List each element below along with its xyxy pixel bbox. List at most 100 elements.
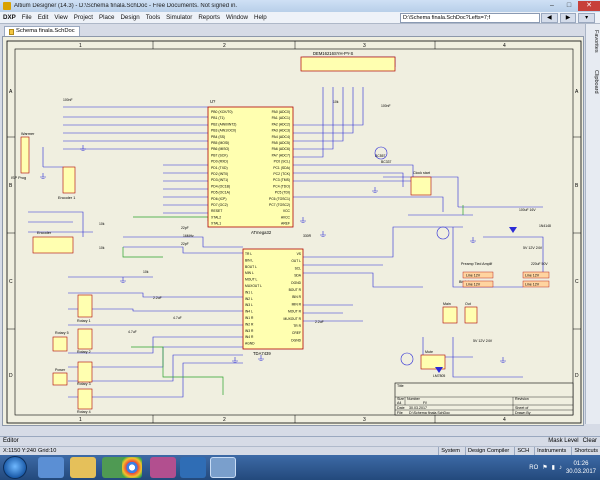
audio-pin-right-6: BIN R	[292, 295, 301, 299]
mcu-pin-right-17: AVCC	[281, 215, 291, 219]
border-number-1b: 1	[79, 417, 82, 423]
label-rotary-3: Rotary 3	[77, 382, 91, 386]
border-letter-d: D	[9, 373, 13, 379]
audio-pin-right-3: SDA	[294, 274, 302, 278]
panel-clipboard[interactable]: Clipboard	[588, 70, 599, 94]
component-values: 100nF 100nF 10k 10k 10k BC557 BC337 2.2u…	[63, 98, 551, 378]
border-letter-a: A	[9, 89, 13, 95]
flag-icon[interactable]: ⚑	[542, 464, 547, 471]
panel-design-compiler-button[interactable]: Design Compiler	[464, 447, 509, 455]
document-path-field[interactable]: D:\Schema finala.SchDoc?Lefts=7;f	[400, 13, 540, 23]
power-label-1: Line 12V	[466, 274, 481, 278]
altium-logo-icon	[3, 2, 11, 10]
label-mute: Mute	[425, 350, 433, 354]
taskbar-ie-icon[interactable]	[38, 457, 64, 478]
mcu-atmega32: U? ATmega32 PB0 (XCK/T0) PB1 (T1) PB2 (AIN…	[207, 99, 294, 235]
panel-sch-button[interactable]: SCH	[514, 447, 529, 455]
power-label-4: Line 12V	[525, 283, 540, 287]
power-labels: Line 12V Line 12V Line 12V Line 12V 5V 1…	[462, 246, 550, 343]
clear-button[interactable]: Clear	[583, 437, 597, 446]
mcu-pin-right-16: VCC	[283, 209, 291, 213]
panel-system-button[interactable]: System	[438, 447, 460, 455]
audio-pin-right-12: DGND	[291, 338, 301, 342]
mcu-pin-left-6: PB6 (MISO)	[211, 147, 229, 151]
menu-edit[interactable]: Edit	[35, 14, 52, 21]
back-icon[interactable]: ◀	[541, 13, 558, 23]
title-bar: Altium Designer (14.3) - D:\Schema final…	[0, 0, 600, 12]
close-button[interactable]: ✕	[578, 1, 600, 11]
border-number-2: 2	[223, 43, 226, 49]
power-label-3: Line 12V	[525, 274, 540, 278]
mcu-pin-right-0: PA0 (ADC0)	[272, 110, 290, 114]
menu-tools[interactable]: Tools	[143, 14, 163, 21]
panel-favorites[interactable]: Favorites	[588, 30, 599, 53]
clock-date: 30.03.2017	[565, 468, 596, 475]
menu-place[interactable]: Place	[96, 14, 117, 21]
menu-simulator[interactable]: Simulator	[163, 14, 195, 21]
mcu-pin-left-12: PD4 (OC1B)	[211, 184, 230, 188]
menu-file[interactable]: File	[19, 14, 35, 21]
taskbar-word-icon[interactable]	[180, 457, 206, 478]
menu-help[interactable]: Help	[251, 14, 270, 21]
value-17: 1N4148	[539, 224, 551, 228]
taskbar-altium-icon[interactable]	[210, 457, 236, 478]
label-preamp: Preamp Tied Amplif	[461, 262, 492, 266]
mcu-pin-left-15: PD7 (OC2)	[211, 203, 228, 207]
language-indicator[interactable]: RO	[529, 465, 538, 471]
mcu-pin-left-11: PD3 (INT1)	[211, 178, 228, 182]
volume-icon[interactable]: ♪	[559, 465, 562, 471]
title-block: Title Size A4 Number Fi! Revision Date 3…	[394, 382, 574, 416]
border-ticks	[7, 41, 581, 423]
taskbar-app-icon[interactable]	[150, 457, 176, 478]
menu-design[interactable]: Design	[117, 14, 142, 21]
audio-pin-right-5: BOUT R	[289, 288, 302, 292]
menu-window[interactable]: Window	[223, 14, 251, 21]
minimize-button[interactable]: –	[544, 1, 560, 11]
diode-symbols	[435, 227, 517, 373]
mcu-pin-right-18: AREF	[281, 222, 290, 226]
clock[interactable]: 01:26 30.03.2017	[566, 460, 596, 476]
grid-size: Grid:10	[38, 448, 57, 454]
menu-dxp[interactable]: DXP	[0, 14, 19, 21]
audio-pin-left-1: BIN L	[245, 258, 253, 262]
taskbar-chrome-icon[interactable]	[122, 457, 142, 478]
supply-label-1: 5V 12V 24V	[523, 246, 543, 250]
mcu-pin-right-13: PC5 (TDI)	[275, 191, 290, 195]
border-number-4: 4	[503, 43, 506, 49]
label-encoder: Encoder	[37, 231, 52, 235]
panel-shortcuts-button[interactable]: Shortcuts	[571, 447, 598, 455]
forward-icon[interactable]: ▶	[559, 13, 577, 23]
audio-pin-left-0: TR L	[245, 252, 252, 256]
lcd-name: DEM16216SYH-PY-S	[313, 51, 354, 56]
value-10: 4.7uF	[128, 330, 137, 334]
schematic-drawing: 1 2 3 4 1 2 3 4 A B C D A B C D DEM16216…	[6, 40, 582, 424]
taskbar-explorer-icon[interactable]	[70, 457, 96, 478]
audio-pin-left-7: IN2 L	[245, 297, 253, 301]
label-clock-start: Clock start	[413, 171, 430, 175]
sheet-outer-border	[6, 40, 582, 424]
network-icon[interactable]: ▮	[552, 464, 555, 471]
mcu-pin-right-6: PA6 (ADC6)	[272, 147, 290, 151]
menu-reports[interactable]: Reports	[195, 14, 223, 21]
maximize-button[interactable]: □	[561, 1, 577, 11]
schematic-canvas[interactable]: 1 2 3 4 1 2 3 4 A B C D A B C D DEM16216…	[2, 36, 584, 426]
mcu-pin-left-10: PD2 (INT0)	[211, 172, 228, 176]
panel-instruments-button[interactable]: Instruments	[534, 447, 566, 455]
menu-view[interactable]: View	[51, 14, 70, 21]
border-number-2b: 2	[223, 417, 226, 423]
mcu-pin-left-4: PB4 (SS)	[211, 135, 225, 139]
system-tray: RO ⚑ ▮ ♪ 01:26 30.03.2017	[529, 455, 596, 480]
menu-project[interactable]: Project	[71, 14, 96, 21]
value-15: 220uF 50V	[531, 262, 548, 266]
audio-pin-right-2: SCL	[295, 266, 302, 270]
tab-label: Schema finala.SchDoc	[16, 28, 75, 34]
mcu-pin-right-2: PA2 (ADC2)	[272, 122, 290, 126]
document-tabs: Schema finala.SchDoc	[0, 24, 585, 36]
clock-time: 01:26	[573, 460, 589, 467]
dropdown-icon[interactable]: ▾	[578, 13, 596, 23]
border-letter-a-right: A	[575, 89, 579, 95]
tab-schema-finala[interactable]: Schema finala.SchDoc	[4, 26, 80, 36]
mask-level-button[interactable]: Mask Level	[548, 437, 578, 446]
start-button[interactable]	[3, 456, 27, 479]
mcu-pin-left-0: PB0 (XCK/T0)	[211, 110, 232, 114]
